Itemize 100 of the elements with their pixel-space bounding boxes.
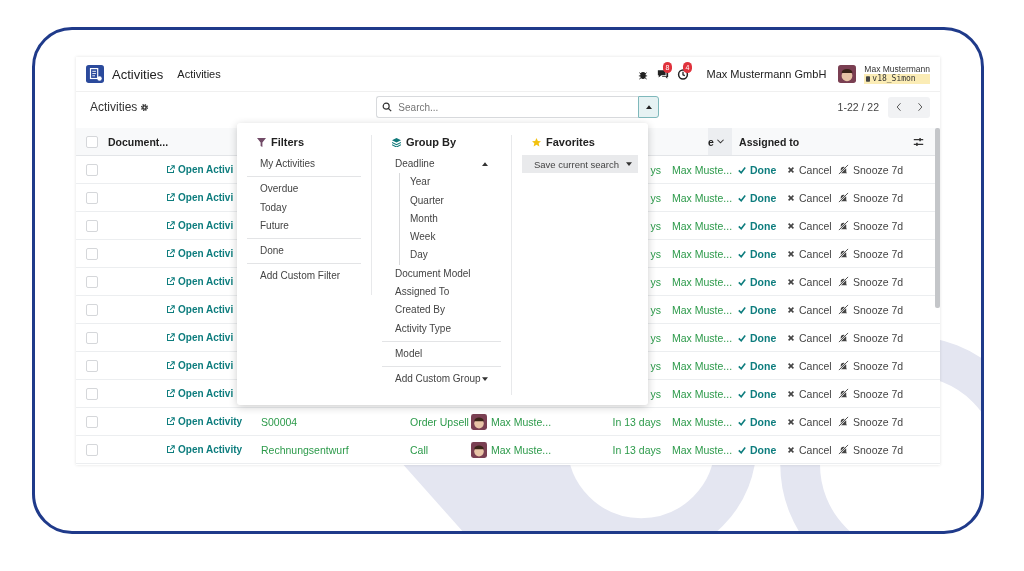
row-checkbox[interactable] xyxy=(86,331,98,344)
done-button[interactable]: Done xyxy=(738,443,777,456)
done-button[interactable]: Done xyxy=(738,191,777,204)
done-button[interactable]: Done xyxy=(738,303,777,316)
snooze-button[interactable]: Snooze 7d xyxy=(838,303,904,316)
row-checkbox[interactable] xyxy=(86,247,98,260)
assignee-name: Max Muste... xyxy=(672,359,733,372)
search-options-button[interactable] xyxy=(638,96,660,118)
snooze-button[interactable]: Snooze 7d xyxy=(838,359,904,372)
interval-option[interactable]: Year xyxy=(400,173,501,192)
snooze-button[interactable]: Snooze 7d xyxy=(838,191,904,204)
user-name[interactable]: Max Mustermann xyxy=(864,64,930,74)
open-activity-link[interactable]: Open Activi xyxy=(166,304,234,315)
company-name[interactable]: Max Mustermann GmbH xyxy=(706,68,827,80)
assignee-name: Max Muste... xyxy=(672,275,733,288)
snooze-button[interactable]: Snooze 7d xyxy=(838,275,904,288)
row-checkbox[interactable] xyxy=(86,219,98,232)
open-activity-link[interactable]: Open Activi xyxy=(166,276,234,287)
open-activity-link[interactable]: Open Activity xyxy=(166,444,243,455)
row-checkbox[interactable] xyxy=(86,443,98,456)
cancel-button[interactable]: Cancel xyxy=(787,415,832,428)
column-header[interactable]: e xyxy=(708,128,733,155)
filter-option[interactable]: Overdue xyxy=(247,180,361,199)
activity-type: Call xyxy=(410,443,429,456)
add-filter-link[interactable]: Add Custom Filter xyxy=(247,267,361,286)
open-activity-link[interactable]: Open Activi xyxy=(166,220,234,231)
clock-icon[interactable] xyxy=(676,68,689,80)
group-option[interactable]: Created By xyxy=(382,301,501,320)
cancel-button[interactable]: Cancel xyxy=(787,219,832,232)
cancel-button[interactable]: Cancel xyxy=(787,331,832,344)
due-date: ys xyxy=(650,247,661,260)
cancel-button[interactable]: Cancel xyxy=(787,191,832,204)
group-option[interactable]: Assigned To xyxy=(382,283,501,302)
group-option[interactable]: Model xyxy=(382,344,501,364)
due-date: ys xyxy=(650,163,661,176)
done-button[interactable]: Done xyxy=(738,331,777,344)
column-header[interactable]: Document... xyxy=(108,135,169,148)
row-checkbox[interactable] xyxy=(86,359,98,372)
done-button[interactable]: Done xyxy=(738,387,777,400)
cancel-button[interactable]: Cancel xyxy=(787,247,832,260)
open-activity-link[interactable]: Open Activi xyxy=(166,360,234,371)
cancel-button[interactable]: Cancel xyxy=(787,387,832,400)
open-activity-link[interactable]: Open Activi xyxy=(166,332,234,343)
scrollbar[interactable] xyxy=(935,128,940,308)
cancel-button[interactable]: Cancel xyxy=(787,163,832,176)
select-all-checkbox[interactable] xyxy=(86,135,98,148)
snooze-button[interactable]: Snooze 7d xyxy=(838,219,904,232)
avatar-icon[interactable] xyxy=(838,65,857,83)
open-activity-link[interactable]: Open Activi xyxy=(166,164,234,175)
check-icon xyxy=(738,193,746,202)
snooze-button[interactable]: Snooze 7d xyxy=(838,247,904,260)
snooze-button[interactable]: Snooze 7d xyxy=(838,443,904,456)
open-activity-link[interactable]: Open Activi xyxy=(166,248,234,259)
app-icon[interactable] xyxy=(86,65,104,83)
row-checkbox[interactable] xyxy=(86,415,98,428)
cancel-button[interactable]: Cancel xyxy=(787,275,832,288)
row-checkbox[interactable] xyxy=(86,303,98,316)
interval-option[interactable]: Week xyxy=(400,228,501,247)
row-checkbox[interactable] xyxy=(86,387,98,400)
snooze-button[interactable]: Snooze 7d xyxy=(838,415,904,428)
settings-icon[interactable] xyxy=(140,102,150,112)
column-header[interactable]: Assigned to xyxy=(732,135,913,148)
app-name[interactable]: Activities xyxy=(112,66,164,82)
done-button[interactable]: Done xyxy=(738,415,777,428)
group-option[interactable]: Deadline xyxy=(382,155,501,174)
cancel-button[interactable]: Cancel xyxy=(787,443,832,456)
settings-icon[interactable] xyxy=(913,136,924,147)
pager-value[interactable]: 1-22 / 22 xyxy=(837,101,879,113)
check-icon xyxy=(738,277,746,286)
done-button[interactable]: Done xyxy=(738,275,777,288)
done-button[interactable]: Done xyxy=(738,359,777,372)
done-button[interactable]: Done xyxy=(738,247,777,260)
filter-option[interactable]: Today xyxy=(247,198,361,217)
done-button[interactable]: Done xyxy=(738,163,777,176)
row-checkbox[interactable] xyxy=(86,191,98,204)
filter-option[interactable]: My Activities xyxy=(247,155,361,174)
snooze-button[interactable]: Snooze 7d xyxy=(838,387,904,400)
custom-group-select[interactable]: Add Custom Group xyxy=(382,370,501,389)
row-checkbox[interactable] xyxy=(86,163,98,176)
interval-option[interactable]: Day xyxy=(400,246,501,265)
filter-option[interactable]: Done xyxy=(247,242,361,261)
open-activity-link[interactable]: Open Activity xyxy=(166,416,243,427)
caret-icon xyxy=(645,105,652,109)
snooze-button[interactable]: Snooze 7d xyxy=(838,331,904,344)
interval-option[interactable]: Month xyxy=(400,209,501,229)
done-button[interactable]: Done xyxy=(738,219,777,232)
menu-item[interactable]: Activities xyxy=(177,68,221,80)
save-search-button[interactable]: Save current search xyxy=(522,155,638,173)
assignee-name: Max Muste... xyxy=(672,331,733,344)
open-activity-link[interactable]: Open Activi xyxy=(166,388,234,399)
search-field[interactable]: Search... xyxy=(376,96,639,118)
open-activity-link[interactable]: Open Activi xyxy=(166,192,234,203)
interval-option[interactable]: Quarter xyxy=(400,191,501,210)
snooze-button[interactable]: Snooze 7d xyxy=(838,163,904,176)
group-option[interactable]: Activity Type xyxy=(382,319,501,338)
filter-option[interactable]: Future xyxy=(247,216,361,236)
cancel-button[interactable]: Cancel xyxy=(787,359,832,372)
row-checkbox[interactable] xyxy=(86,275,98,288)
group-option[interactable]: Document Model xyxy=(382,264,501,284)
cancel-button[interactable]: Cancel xyxy=(787,303,832,316)
